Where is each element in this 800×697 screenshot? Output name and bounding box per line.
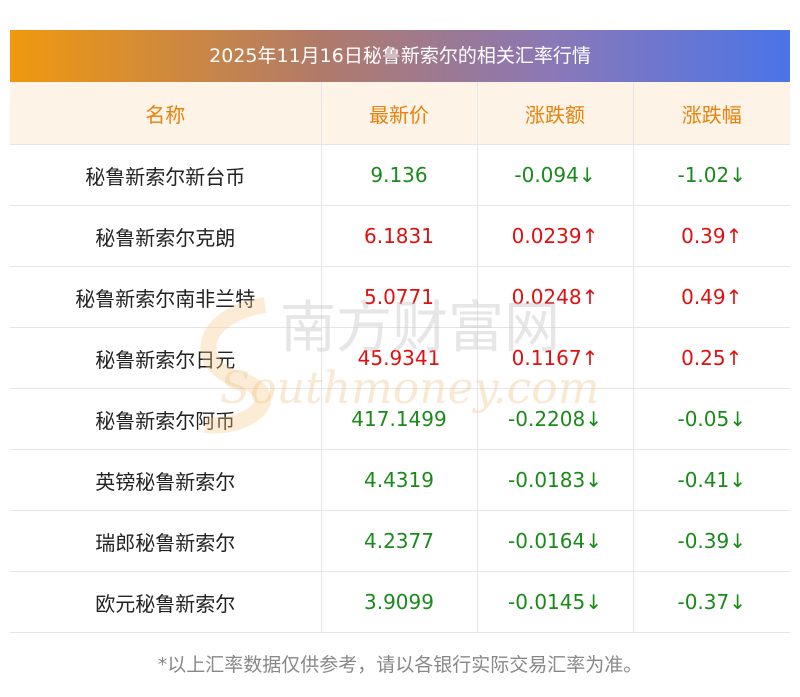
- row-price: 6.1831: [321, 205, 478, 267]
- row-name: 秘鲁新索尔克朗: [10, 205, 322, 267]
- table-row: 英镑秘鲁新索尔 4.4319 -0.0183↓ -0.41↓: [10, 449, 790, 511]
- row-name: 英镑秘鲁新索尔: [10, 449, 322, 511]
- header-change: 涨跌额: [477, 82, 634, 145]
- row-change: -0.094↓: [477, 144, 634, 206]
- table-row: 瑞郎秘鲁新索尔 4.2377 -0.0164↓ -0.39↓: [10, 510, 790, 572]
- table-title: 2025年11月16日秘鲁新索尔的相关汇率行情: [10, 30, 790, 82]
- row-change: -0.0183↓: [477, 449, 634, 511]
- row-pct: 0.49↑: [633, 266, 790, 328]
- row-pct: -0.41↓: [633, 449, 790, 511]
- header-name: 名称: [10, 82, 322, 145]
- rate-panel: 2025年11月16日秘鲁新索尔的相关汇率行情 名称 最新价 涨跌额 涨跌幅 秘…: [10, 30, 790, 633]
- row-pct: -1.02↓: [633, 144, 790, 206]
- footnote: *以上汇率数据仅供参考，请以各银行实际交易汇率为准。: [157, 654, 643, 676]
- row-price: 3.9099: [321, 571, 478, 633]
- row-change: 0.0239↑: [477, 205, 634, 267]
- row-pct: -0.37↓: [633, 571, 790, 633]
- row-price: 5.0771: [321, 266, 478, 328]
- table-row: 秘鲁新索尔阿币 417.1499 -0.2208↓ -0.05↓: [10, 388, 790, 450]
- table-row: 秘鲁新索尔日元 45.9341 0.1167↑ 0.25↑: [10, 327, 790, 389]
- row-name: 秘鲁新索尔新台币: [10, 144, 322, 206]
- row-pct: -0.39↓: [633, 510, 790, 572]
- row-pct: 0.25↑: [633, 327, 790, 389]
- table-row: 秘鲁新索尔南非兰特 5.0771 0.0248↑ 0.49↑: [10, 266, 790, 328]
- row-change: -0.2208↓: [477, 388, 634, 450]
- row-name: 秘鲁新索尔阿币: [10, 388, 322, 450]
- header-pct: 涨跌幅: [633, 82, 790, 145]
- row-pct: -0.05↓: [633, 388, 790, 450]
- row-change: -0.0145↓: [477, 571, 634, 633]
- row-name: 瑞郎秘鲁新索尔: [10, 510, 322, 572]
- row-price: 4.4319: [321, 449, 478, 511]
- row-price: 4.2377: [321, 510, 478, 572]
- row-change: 0.1167↑: [477, 327, 634, 389]
- row-price: 417.1499: [321, 388, 478, 450]
- table-row: 秘鲁新索尔新台币 9.136 -0.094↓ -1.02↓: [10, 144, 790, 206]
- row-change: 0.0248↑: [477, 266, 634, 328]
- row-price: 45.9341: [321, 327, 478, 389]
- row-name: 秘鲁新索尔日元: [10, 327, 322, 389]
- table-row: 秘鲁新索尔克朗 6.1831 0.0239↑ 0.39↑: [10, 205, 790, 267]
- row-price: 9.136: [321, 144, 478, 206]
- row-pct: 0.39↑: [633, 205, 790, 267]
- row-change: -0.0164↓: [477, 510, 634, 572]
- header-price: 最新价: [321, 82, 478, 145]
- table-row: 欧元秘鲁新索尔 3.9099 -0.0145↓ -0.37↓: [10, 571, 790, 633]
- row-name: 秘鲁新索尔南非兰特: [10, 266, 322, 328]
- header-row: 名称 最新价 涨跌额 涨跌幅: [10, 82, 790, 145]
- rate-table: 名称 最新价 涨跌额 涨跌幅 秘鲁新索尔新台币 9.136 -0.094↓ -1.02…: [10, 82, 790, 633]
- row-name: 欧元秘鲁新索尔: [10, 571, 322, 633]
